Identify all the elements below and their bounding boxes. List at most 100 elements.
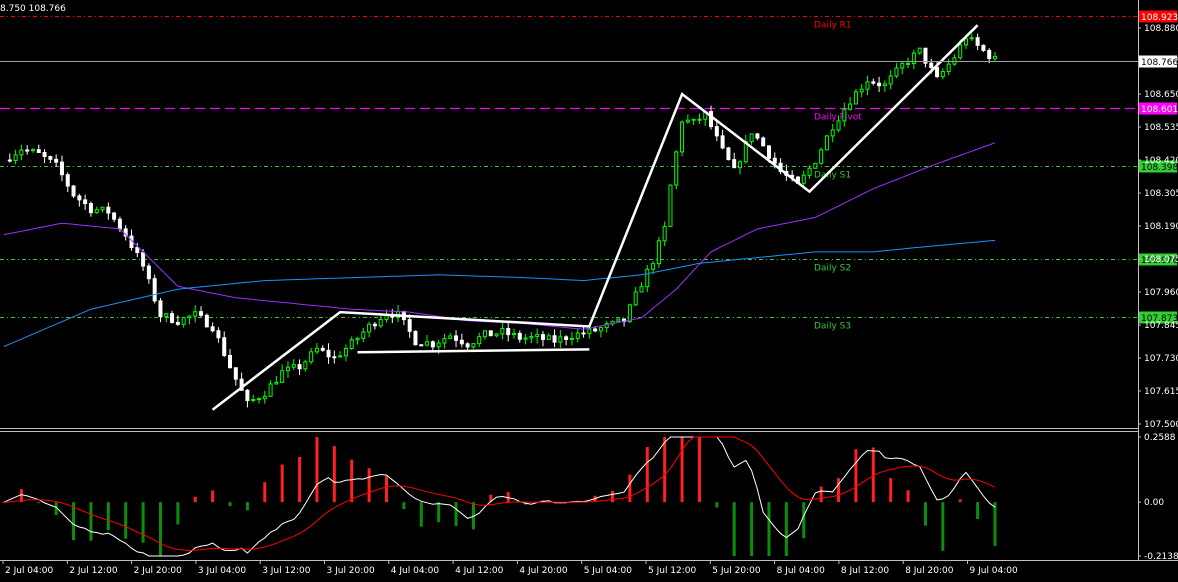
macd-signal-line (3, 436, 996, 552)
header-quote: 8.750 108.766 (0, 4, 66, 14)
candle-body (477, 336, 482, 345)
candle (228, 349, 233, 369)
price-tick-label: 108.420 (1144, 156, 1178, 166)
time-tick-label: 2 Jul 12:00 (69, 566, 118, 576)
candle (882, 80, 887, 92)
candle (540, 331, 545, 347)
candle (738, 159, 743, 175)
candle-body (117, 218, 122, 230)
time-tick-label: 5 Jul 12:00 (648, 566, 697, 576)
candle (917, 47, 922, 55)
candle (251, 394, 256, 403)
candle (674, 150, 679, 190)
candle-body (297, 364, 302, 370)
candle (146, 263, 151, 284)
candle (106, 202, 111, 220)
macd-histogram-bar (402, 502, 406, 510)
candle (88, 201, 93, 217)
candle-body (761, 137, 766, 147)
candle (888, 70, 893, 90)
candle (262, 390, 267, 404)
candle-body (981, 44, 986, 51)
candle-body (871, 81, 876, 84)
candle-body (216, 330, 221, 339)
candle-body (77, 195, 82, 201)
macd-histogram-bar (193, 496, 197, 503)
candle-body (314, 347, 319, 353)
macd-histogram-bar (37, 502, 41, 504)
candle (367, 321, 372, 338)
price-tick-label: 108.305 (1144, 189, 1178, 199)
candle-body (471, 343, 476, 348)
candle-body (523, 337, 528, 340)
candle (291, 359, 296, 371)
candle (633, 286, 638, 307)
candle (413, 330, 418, 346)
candle-body (419, 344, 424, 347)
candle-body (627, 304, 632, 323)
candle-body (332, 356, 337, 359)
candle-body (894, 67, 899, 77)
candle-body (801, 174, 806, 184)
candle-body (824, 135, 829, 151)
candle-body (228, 354, 233, 369)
candle (993, 51, 997, 62)
macd-histogram-bar (176, 502, 180, 525)
candle-body (135, 246, 140, 254)
candle-body (146, 265, 151, 280)
candle (216, 327, 221, 343)
macd-histogram-bar (645, 446, 649, 503)
candle-body (25, 149, 30, 152)
candle (807, 165, 812, 179)
candle (297, 359, 302, 376)
candle (535, 328, 540, 344)
candle-body (309, 351, 314, 363)
macd-histogram-bar (158, 502, 162, 556)
macd-histogram-bar (802, 502, 806, 539)
candle-body (361, 331, 366, 339)
candle (42, 149, 47, 164)
candle-body (378, 318, 383, 327)
candle (511, 328, 516, 339)
candle-body (726, 147, 731, 161)
candle-body (697, 118, 702, 121)
price-tick-label: 108.650 (1144, 90, 1178, 100)
candle-body (685, 119, 690, 123)
candle-body (494, 333, 499, 337)
level-name: Daily R1 (814, 21, 852, 31)
candle (454, 330, 459, 348)
candle (581, 326, 586, 338)
candle (187, 315, 192, 325)
candle-body (853, 91, 858, 105)
candle (274, 375, 279, 385)
candle-body (483, 330, 488, 338)
macd-histogram-bar (315, 437, 319, 503)
candle-body (204, 314, 209, 328)
candle-body (836, 120, 841, 131)
candle-body (465, 343, 470, 348)
candle-body (535, 334, 540, 338)
candle-body (59, 161, 64, 176)
candle (801, 170, 806, 187)
candle (193, 305, 198, 323)
candle-body (581, 332, 586, 335)
candle-body (320, 347, 325, 351)
candle-body (859, 88, 864, 93)
candle-body (94, 209, 99, 214)
candle (285, 360, 290, 378)
candle-body (285, 366, 290, 372)
macd-histogram-bar (993, 502, 997, 546)
candle (639, 282, 644, 293)
candle-body (425, 341, 430, 346)
candle-body (7, 159, 12, 162)
candle (714, 120, 719, 142)
price-tick-label: 107.615 (1144, 387, 1178, 397)
macd-histogram-bar (280, 464, 284, 503)
candle-body (929, 62, 934, 68)
candle (569, 331, 574, 346)
candle (199, 306, 204, 318)
candle-body (842, 108, 847, 122)
macd-histogram-bar (906, 490, 910, 503)
time-axis: 2 Jul 04:00 2 Jul 12:00 2 Jul 20:00 3 Jul 0… (2, 560, 1018, 576)
candle-body (709, 111, 714, 128)
